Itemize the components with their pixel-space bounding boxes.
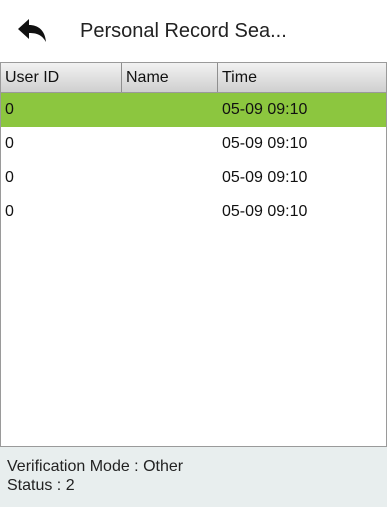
cell-time: 05-09 09:10 — [222, 101, 308, 118]
title-bar: Personal Record Sea... — [0, 0, 387, 62]
table-header: User ID Name Time — [1, 63, 386, 93]
table-row[interactable]: 0 05-09 09:10 — [1, 127, 386, 161]
cell-user-id: 0 — [5, 203, 14, 220]
cell-user-id: 0 — [5, 169, 14, 186]
column-header-user-id[interactable]: User ID — [1, 63, 122, 92]
record-details-footer: Verification Mode : Other Status : 2 — [0, 447, 387, 507]
record-table: User ID Name Time 0 05-09 09:10 0 05-09 … — [0, 62, 387, 447]
column-header-name[interactable]: Name — [122, 63, 218, 92]
back-button[interactable] — [14, 13, 50, 49]
table-row[interactable]: 0 05-09 09:10 — [1, 161, 386, 195]
table-row[interactable]: 0 05-09 09:10 — [1, 195, 386, 229]
cell-user-id: 0 — [5, 101, 14, 118]
cell-time: 05-09 09:10 — [222, 203, 308, 220]
cell-time: 05-09 09:10 — [222, 135, 308, 152]
back-arrow-icon — [18, 19, 46, 42]
verification-mode-text: Verification Mode : Other — [7, 458, 184, 475]
column-header-time[interactable]: Time — [218, 63, 386, 92]
cell-user-id: 0 — [5, 135, 14, 152]
table-row[interactable]: 0 05-09 09:10 — [1, 93, 386, 127]
status-text: Status : 2 — [7, 477, 75, 494]
page-title: Personal Record Sea... — [80, 19, 287, 42]
cell-time: 05-09 09:10 — [222, 169, 308, 186]
